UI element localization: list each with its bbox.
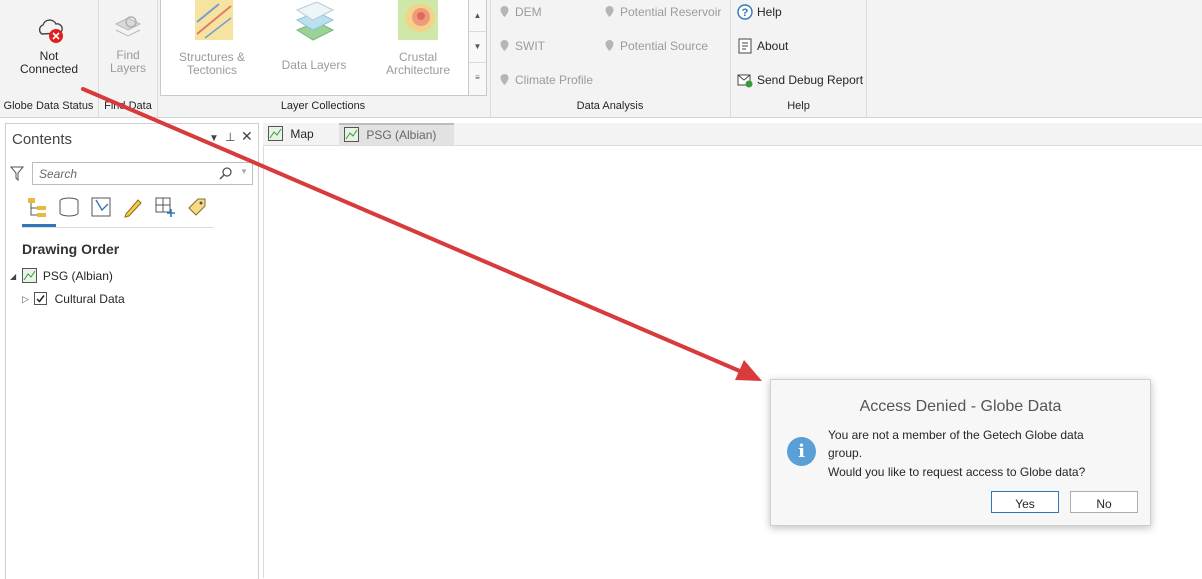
debug-report-icon bbox=[737, 74, 753, 88]
climate-profile-label: Climate Profile bbox=[515, 73, 594, 87]
swit-label: SWIT bbox=[515, 39, 545, 53]
data-layers-label: Data Layers bbox=[281, 58, 347, 72]
gallery-scroll: ▲ ▼ ≡ bbox=[468, 0, 487, 96]
no-button[interactable]: No bbox=[1070, 491, 1138, 513]
document-info-icon bbox=[738, 38, 752, 54]
layer-name: Cultural Data bbox=[54, 292, 125, 306]
tab-psg-albian[interactable]: PSG (Albian) ✕ bbox=[339, 123, 454, 162]
send-debug-report-label: Send Debug Report bbox=[757, 73, 864, 87]
layer-collections-gallery: Structures & Tectonics Data Layers Crust… bbox=[160, 0, 470, 96]
map-icon bbox=[344, 127, 359, 142]
gallery-scroll-up-button[interactable]: ▲ bbox=[469, 0, 486, 32]
view-tab-bar: Map PSG (Albian) ✕ bbox=[263, 123, 1202, 162]
gallery-scroll-down-button[interactable]: ▼ bbox=[469, 31, 486, 63]
dem-label: DEM bbox=[515, 5, 542, 19]
swit-button[interactable]: SWIT bbox=[500, 39, 545, 53]
cloud-disconnected-icon bbox=[38, 19, 63, 43]
help-circle-icon: ? bbox=[737, 4, 753, 20]
potential-source-button[interactable]: Potential Source bbox=[605, 39, 708, 53]
crustal-architecture-label-2: Architecture bbox=[385, 63, 451, 77]
globe-data-status-group-label: Globe Data Status bbox=[3, 100, 94, 112]
close-pane-icon[interactable]: ✕ bbox=[241, 128, 253, 145]
marker-icon bbox=[500, 40, 509, 51]
tree-row-map[interactable]: ◢ PSG (Albian) bbox=[10, 268, 113, 283]
dialog-message-line-1: You are not a member of the Getech Globe… bbox=[828, 428, 1084, 442]
help-group-label: Help bbox=[787, 100, 810, 112]
svg-text:?: ? bbox=[742, 7, 749, 19]
data-layers-button[interactable]: Data Layers bbox=[269, 0, 359, 90]
dem-button[interactable]: DEM bbox=[500, 5, 542, 19]
ribbon: Not Connected Globe Data Status Find Lay… bbox=[0, 0, 1202, 118]
potential-source-label: Potential Source bbox=[620, 39, 709, 53]
dialog-title: Access Denied - Globe Data bbox=[859, 398, 1062, 415]
list-by-selection-icon[interactable] bbox=[90, 196, 112, 218]
search-input[interactable] bbox=[37, 165, 216, 183]
marker-icon bbox=[500, 6, 509, 17]
potential-reservoir-button[interactable]: Potential Reservoir bbox=[605, 5, 721, 19]
search-box: ▼ bbox=[32, 162, 253, 185]
tab-map[interactable]: Map bbox=[268, 123, 336, 145]
potential-reservoir-label: Potential Reservoir bbox=[620, 5, 722, 19]
list-by-data-source-icon[interactable] bbox=[58, 196, 80, 218]
map-icon bbox=[268, 126, 283, 141]
about-label: About bbox=[757, 39, 789, 53]
search-icon[interactable] bbox=[219, 166, 233, 180]
expand-icon[interactable]: ▷ bbox=[22, 294, 29, 304]
layer-visibility-checkbox[interactable] bbox=[34, 292, 48, 305]
toolbar-divider bbox=[22, 227, 214, 228]
help-label: Help bbox=[757, 5, 782, 19]
crustal-architecture-icon bbox=[398, 0, 438, 40]
data-layers-icon bbox=[295, 1, 335, 41]
about-button[interactable]: About bbox=[737, 38, 788, 54]
list-by-labeling-icon[interactable] bbox=[186, 196, 208, 218]
layers-search-icon bbox=[114, 16, 142, 37]
map-name: PSG (Albian) bbox=[42, 269, 113, 283]
data-analysis-group-label: Data Analysis bbox=[576, 100, 644, 112]
help-button[interactable]: ? Help bbox=[737, 4, 782, 20]
dialog-message-line-2: group. bbox=[828, 446, 863, 460]
crustal-architecture-button[interactable]: Crustal Architecture bbox=[371, 0, 465, 90]
marker-icon bbox=[605, 6, 614, 17]
map-icon bbox=[21, 268, 37, 283]
marker-icon bbox=[500, 74, 509, 85]
pane-options-icon[interactable]: ▼ bbox=[209, 133, 219, 144]
list-by-editing-icon[interactable] bbox=[122, 196, 144, 218]
tree-row-layer[interactable]: ▷ Cultural Data bbox=[22, 292, 125, 306]
check-icon bbox=[36, 295, 45, 303]
tab-map-label: Map bbox=[290, 127, 314, 141]
collapse-icon[interactable]: ◢ bbox=[10, 272, 16, 281]
drawing-order-heading: Drawing Order bbox=[22, 241, 120, 257]
send-debug-report-button[interactable]: Send Debug Report bbox=[737, 72, 863, 88]
pin-icon[interactable]: ⊥ bbox=[225, 130, 235, 144]
contents-title: Contents bbox=[12, 131, 73, 148]
search-dropdown-icon[interactable]: ▼ bbox=[240, 167, 248, 176]
not-connected-button[interactable]: Not Connected bbox=[12, 14, 86, 80]
info-icon: i bbox=[787, 437, 816, 466]
layer-collections-group-label: Layer Collections bbox=[280, 100, 366, 112]
structures-tectonics-button[interactable]: Structures & Tectonics bbox=[167, 0, 257, 90]
not-connected-label-2: Connected bbox=[19, 62, 79, 76]
find-layers-button[interactable]: Find Layers bbox=[102, 12, 154, 80]
gallery-more-button[interactable]: ≡ bbox=[469, 62, 486, 93]
access-denied-dialog: Access Denied - Globe Data i You are not… bbox=[770, 379, 1151, 526]
yes-button[interactable]: Yes bbox=[991, 491, 1059, 513]
structures-tectonics-icon bbox=[195, 0, 233, 40]
climate-profile-button[interactable]: Climate Profile bbox=[500, 73, 593, 87]
tab-psg-albian-label: PSG (Albian) bbox=[366, 128, 437, 142]
dialog-message-line-3: Would you like to request access to Glob… bbox=[828, 465, 1086, 479]
marker-icon bbox=[605, 40, 614, 51]
contents-pane: Contents ▼ ⊥ ✕ ▼ Drawing Order ◢ PSG bbox=[5, 123, 259, 579]
structures-tectonics-label-2: Tectonics bbox=[186, 63, 238, 77]
list-by-drawing-order-icon[interactable] bbox=[26, 196, 48, 218]
find-layers-label-2: Layers bbox=[109, 61, 147, 75]
find-data-group-label: Find Data bbox=[104, 100, 152, 112]
filter-icon[interactable] bbox=[10, 166, 24, 182]
list-by-snapping-icon[interactable] bbox=[154, 196, 176, 218]
